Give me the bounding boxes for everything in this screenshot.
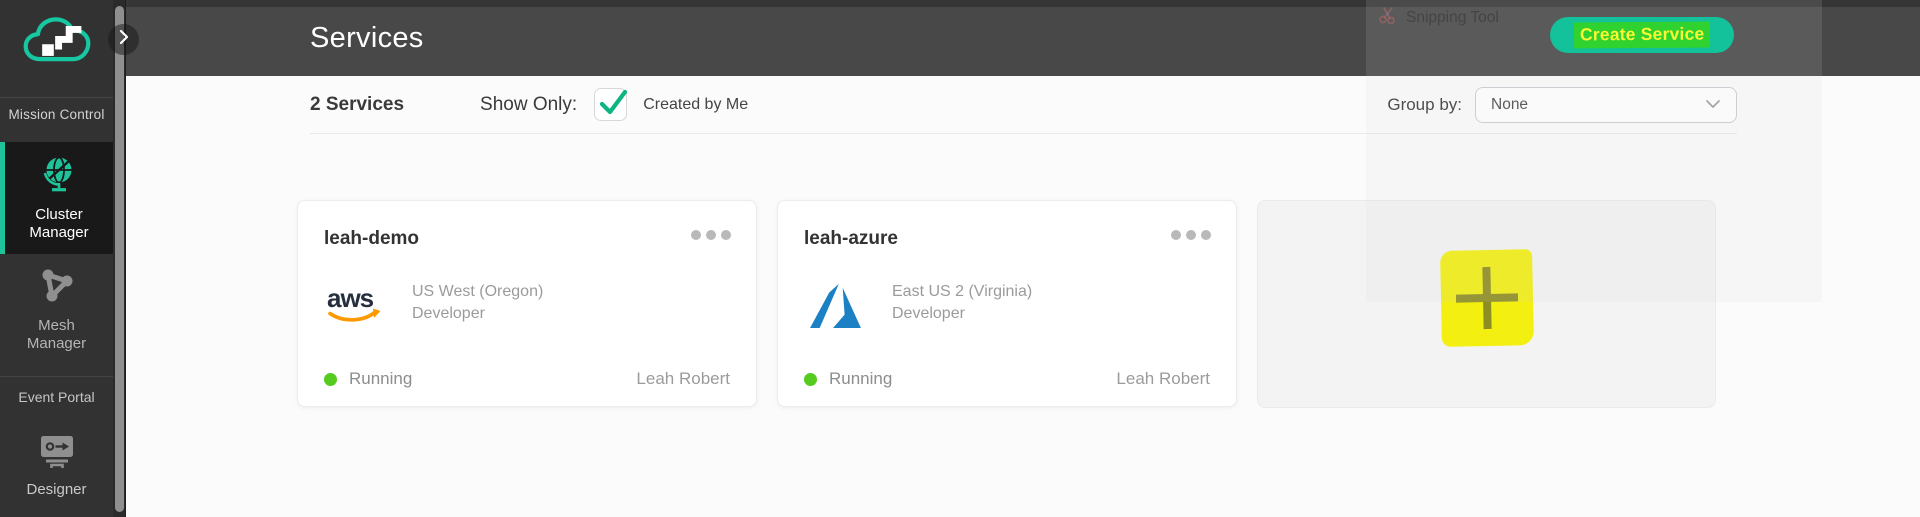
globe-icon: [39, 154, 79, 199]
service-status: Running: [829, 369, 893, 388]
azure-logo-icon: [804, 281, 866, 329]
sidebar-scrollbar-track[interactable]: [113, 0, 126, 517]
created-by-me-label: Created by Me: [643, 95, 749, 113]
create-service-button[interactable]: Create Service: [1550, 17, 1734, 53]
sidebar-divider: [0, 376, 113, 377]
header-top-strip: [126, 0, 1920, 7]
add-service-card[interactable]: [1257, 200, 1716, 408]
mesh-nodes-icon: [38, 267, 76, 310]
service-plan: Developer: [892, 305, 965, 322]
dot-icon: [1171, 230, 1181, 240]
show-only-label: Show Only:: [480, 93, 578, 115]
group-by-label: Group by:: [1387, 94, 1462, 114]
dot-icon: [721, 230, 731, 240]
solace-cloud-logo-icon[interactable]: [0, 13, 113, 67]
service-status: Running: [349, 369, 413, 388]
service-region: East US 2 (Virginia): [892, 283, 1033, 300]
sidebar-scrollbar-thumb[interactable]: [114, 6, 124, 512]
dot-icon: [706, 230, 716, 240]
chevron-down-icon: [1705, 96, 1721, 114]
service-card-leah-azure[interactable]: leah-azure East US 2 (Virginia) Develope…: [777, 200, 1237, 407]
card-menu-button[interactable]: [691, 230, 731, 240]
card-menu-button[interactable]: [1171, 230, 1211, 240]
service-owner: Leah Robert: [636, 369, 730, 388]
services-count: 2 Services: [310, 93, 405, 115]
service-name: leah-azure: [804, 228, 898, 249]
page-title: Services: [310, 22, 424, 54]
create-service-label-highlight: Create Service: [1573, 21, 1711, 49]
status-running-dot: [804, 372, 817, 386]
service-owner: Leah Robert: [1116, 369, 1210, 388]
sidebar-item-label: Mesh Manager: [26, 316, 87, 353]
sidebar-item-label: Cluster Manager: [29, 205, 89, 242]
aws-logo-icon: aws: [324, 281, 386, 325]
service-name: leah-demo: [324, 228, 420, 249]
service-card-leah-demo[interactable]: leah-demo aws US West (Oregon) Developer…: [297, 200, 757, 407]
dot-icon: [691, 230, 701, 240]
group-by-dropdown[interactable]: None: [1475, 86, 1737, 123]
chevron-right-icon: [119, 29, 129, 50]
services-toolbar: 2 Services Show Only: Created by Me Grou…: [310, 76, 1737, 134]
created-by-me-checkbox[interactable]: [594, 88, 628, 121]
services-card-grid: leah-demo aws US West (Oregon) Developer…: [297, 200, 1716, 408]
sidebar-divider: [0, 97, 113, 98]
sidebar-item-designer[interactable]: Designer: [0, 424, 113, 510]
sidebar-expand-button[interactable]: [108, 24, 139, 55]
group-by-selected-value: None: [1491, 95, 1529, 113]
sidebar-item-label: Designer: [26, 481, 87, 499]
sidebar-section-mission-control: Mission Control: [8, 107, 105, 122]
status-running-dot: [324, 372, 337, 386]
dot-icon: [1186, 230, 1196, 240]
plus-icon-yellow-marker-annotation[interactable]: [1439, 249, 1534, 347]
sidebar: Mission Control Cluster Manager Mesh Man…: [0, 0, 113, 517]
service-plan: Developer: [412, 305, 485, 322]
designer-monitor-icon: [36, 434, 78, 475]
service-region: US West (Oregon): [412, 283, 544, 300]
svg-text:aws: aws: [327, 283, 374, 313]
dot-icon: [1201, 230, 1211, 240]
sidebar-item-cluster-manager[interactable]: Cluster Manager: [0, 142, 113, 254]
sidebar-section-event-portal: Event Portal: [18, 389, 95, 405]
sidebar-item-mesh-manager[interactable]: Mesh Manager: [0, 254, 113, 366]
